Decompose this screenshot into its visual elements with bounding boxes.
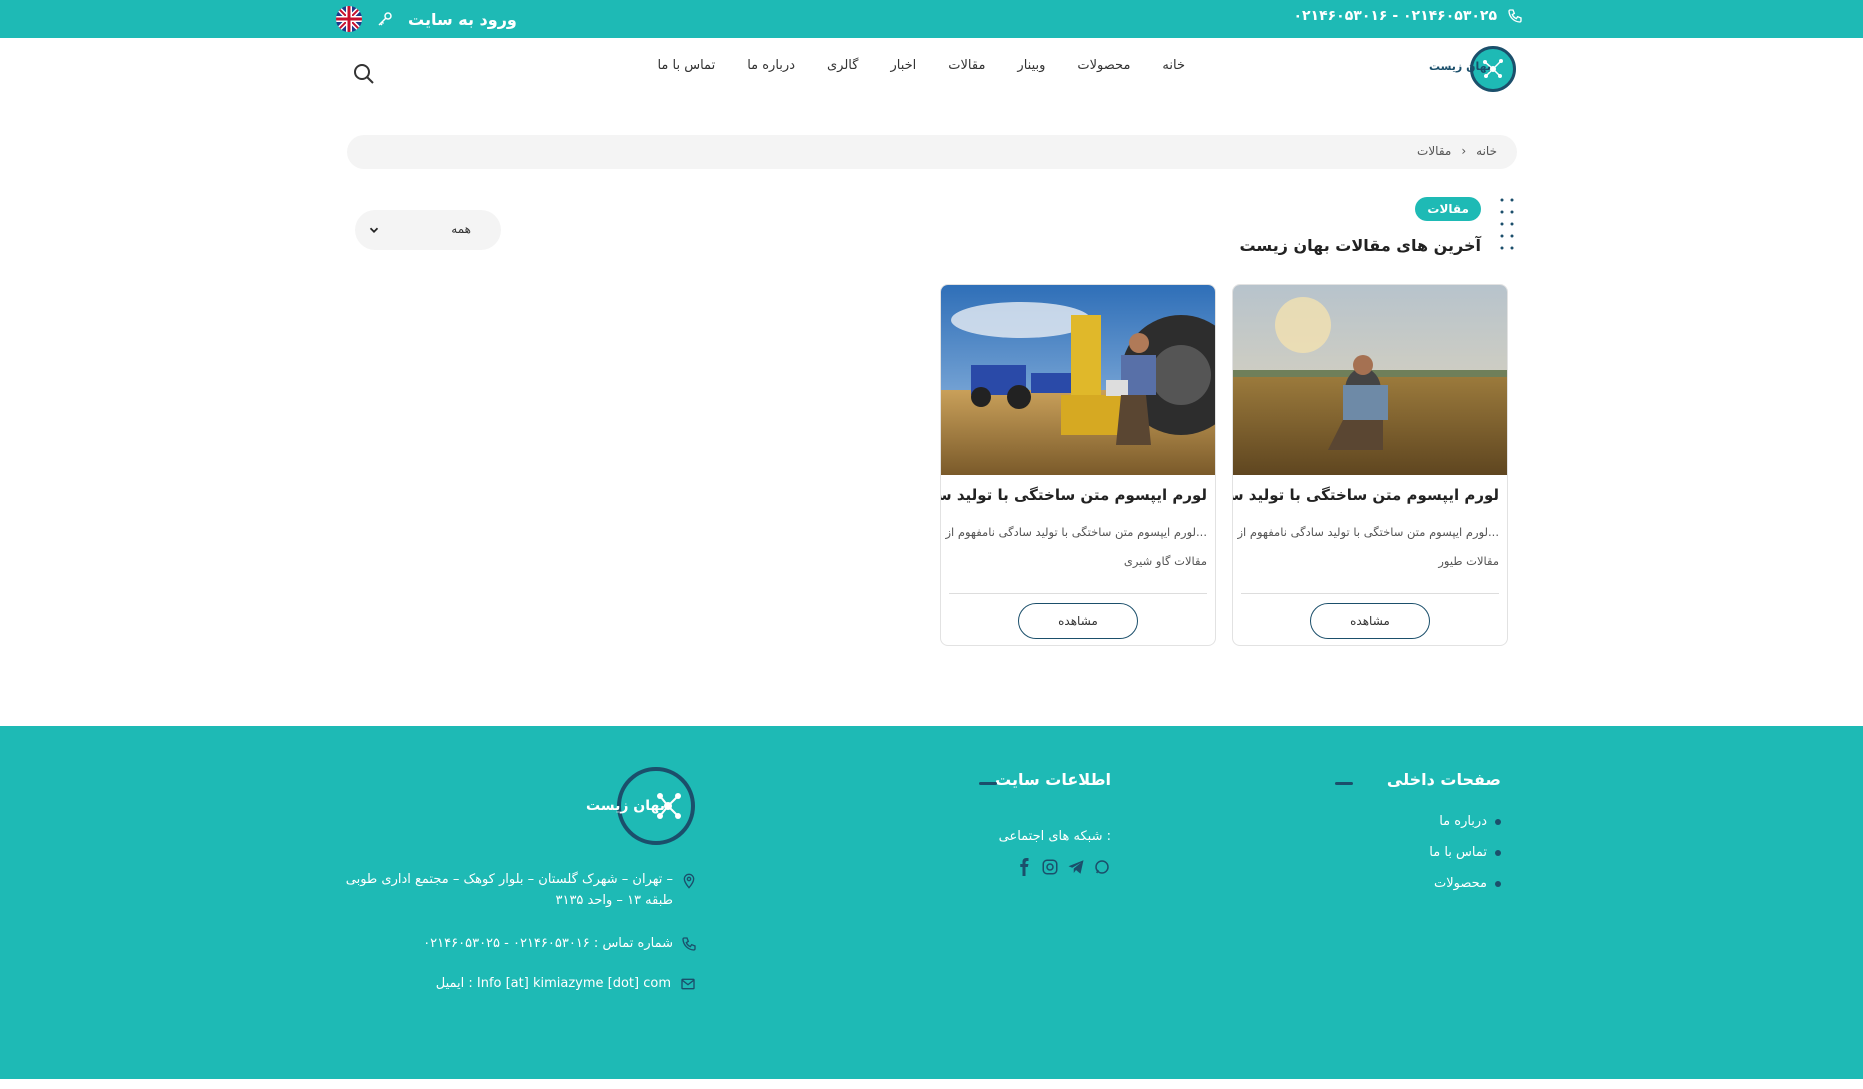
article-image-farmer-field[interactable] bbox=[1233, 285, 1507, 475]
footer-email-text: ایمیل : Info [at] kimiazyme [dot] com bbox=[435, 976, 671, 991]
facebook-icon[interactable] bbox=[1015, 858, 1033, 876]
key-icon bbox=[378, 12, 392, 26]
bullet bbox=[1495, 818, 1501, 825]
footer-logo-text: بهان زیست bbox=[586, 798, 665, 814]
phone-icon bbox=[1508, 9, 1522, 23]
filter-value: همه bbox=[451, 222, 471, 236]
title-underline bbox=[979, 782, 997, 785]
phone-icon bbox=[682, 937, 696, 951]
nav-item-contact[interactable]: تماس با ما bbox=[657, 58, 715, 73]
section-badge: مقالات bbox=[1415, 197, 1481, 221]
nav-item-about[interactable]: درباره ما bbox=[747, 58, 795, 73]
footer-logo[interactable]: بهان زیست bbox=[586, 766, 698, 848]
social-icons bbox=[1015, 858, 1111, 876]
nav-item-articles[interactable]: مقالات bbox=[948, 58, 985, 73]
top-phone[interactable]: ۰۲۱۴۶۰۵۳۰۱۶ - ۰۲۱۴۶۰۵۳۰۲۵ bbox=[1293, 8, 1523, 24]
bullet bbox=[1495, 849, 1501, 856]
article-title[interactable]: لورم ایپسوم متن ساختگی با تولید سادگی ۲ bbox=[941, 486, 1207, 504]
footer-link-label: درباره ما bbox=[1439, 814, 1487, 829]
login-area: ورود به سایت bbox=[336, 6, 517, 32]
article-card: لورم ایپسوم متن ساختگی با تولید سادگی ۲ … bbox=[940, 284, 1216, 646]
main-nav: خانه محصولات وبینار مقالات اخبار گالری د… bbox=[657, 58, 1185, 73]
social-label: شبکه های اجتماعی : bbox=[998, 829, 1111, 844]
article-excerpt: لورم ایپسوم متن ساختگی با تولید سادگی نا… bbox=[945, 525, 1207, 539]
footer-address: تهران – شهرک گلستان – بلوار کوهک – مجتمع… bbox=[346, 872, 697, 908]
top-phone-number: ۰۲۱۴۶۰۵۳۰۱۶ - ۰۲۱۴۶۰۵۳۰۲۵ bbox=[1293, 8, 1497, 24]
nav-item-home[interactable]: خانه bbox=[1162, 58, 1185, 73]
mail-icon bbox=[681, 978, 695, 990]
main-header: بهان زیست خانه محصولات وبینار مقالات اخب… bbox=[0, 38, 1863, 108]
breadcrumb-current: مقالات bbox=[1417, 144, 1452, 158]
footer-link-about[interactable]: درباره ما bbox=[1429, 814, 1501, 829]
footer-internal-links: درباره ما تماس با ما محصولات bbox=[1429, 814, 1501, 907]
nav-item-news[interactable]: اخبار bbox=[890, 58, 916, 73]
breadcrumb-separator: › bbox=[1461, 144, 1467, 158]
login-link[interactable]: ورود به سایت bbox=[408, 10, 517, 29]
bullet bbox=[1495, 880, 1501, 887]
breadcrumb: خانه › مقالات bbox=[347, 135, 1517, 169]
nav-item-gallery[interactable]: گالری bbox=[827, 58, 858, 73]
article-category[interactable]: مقالات طیور bbox=[1438, 554, 1499, 568]
address-line-2: طبقه ۱۳ – واحد ۳۱۳۵ bbox=[555, 893, 673, 908]
footer-link-label: تماس با ما bbox=[1429, 845, 1487, 860]
card-divider bbox=[949, 593, 1207, 594]
breadcrumb-home[interactable]: خانه bbox=[1476, 144, 1497, 158]
footer-phone-text: شماره تماس : ۰۲۱۴۶۰۵۳۰۱۶ - ۰۲۱۴۶۰۵۳۰۲۵ bbox=[423, 936, 673, 951]
footer-link-products[interactable]: محصولات bbox=[1429, 876, 1501, 891]
footer-link-label: محصولات bbox=[1434, 876, 1487, 891]
nav-item-webinar[interactable]: وبینار bbox=[1017, 58, 1045, 73]
article-image-farmer-tractor[interactable] bbox=[941, 285, 1215, 475]
nav-item-products[interactable]: محصولات bbox=[1077, 58, 1130, 73]
article-excerpt: لورم ایپسوم متن ساختگی با تولید سادگی نا… bbox=[1237, 525, 1499, 539]
article-category[interactable]: مقالات گاو شیری bbox=[1124, 554, 1207, 568]
category-filter-select[interactable]: همه bbox=[355, 210, 501, 250]
footer-internal-title: صفحات داخلی bbox=[1386, 770, 1501, 789]
location-pin-icon bbox=[683, 873, 695, 889]
dots-decoration bbox=[1500, 198, 1514, 250]
footer-info-title: اطلاعات سایت bbox=[995, 770, 1111, 789]
whatsapp-icon[interactable] bbox=[1093, 858, 1111, 876]
title-underline bbox=[1335, 782, 1353, 785]
view-button[interactable]: مشاهده bbox=[1018, 603, 1138, 639]
article-title[interactable]: لورم ایپسوم متن ساختگی با تولید سادگی bbox=[1233, 486, 1499, 504]
article-card: لورم ایپسوم متن ساختگی با تولید سادگی لو… bbox=[1232, 284, 1508, 646]
view-button[interactable]: مشاهده bbox=[1310, 603, 1430, 639]
address-line-1: تهران – شهرک گلستان – بلوار کوهک – مجتمع… bbox=[345, 872, 673, 887]
footer-email[interactable]: ایمیل : Info [at] kimiazyme [dot] com bbox=[436, 976, 697, 992]
footer-link-contact[interactable]: تماس با ما bbox=[1429, 845, 1501, 860]
chevron-down-icon bbox=[369, 227, 379, 233]
telegram-icon[interactable] bbox=[1067, 858, 1085, 876]
top-bar: ۰۲۱۴۶۰۵۳۰۱۶ - ۰۲۱۴۶۰۵۳۰۲۵ ورود به سایت bbox=[0, 0, 1863, 38]
bottom-strip bbox=[0, 1079, 1863, 1089]
instagram-icon[interactable] bbox=[1041, 858, 1059, 876]
search-icon[interactable] bbox=[352, 62, 376, 86]
site-footer: صفحات داخلی درباره ما تماس با ما محصولات… bbox=[0, 726, 1863, 1079]
uk-flag-icon[interactable] bbox=[336, 6, 362, 32]
footer-phone[interactable]: شماره تماس : ۰۲۱۴۶۰۵۳۰۱۶ - ۰۲۱۴۶۰۵۳۰۲۵ bbox=[423, 936, 697, 952]
card-divider bbox=[1241, 593, 1499, 594]
logo-text: بهان زیست bbox=[1428, 60, 1491, 73]
section-title: آخرین های مقالات بهان زیست bbox=[1239, 236, 1481, 255]
